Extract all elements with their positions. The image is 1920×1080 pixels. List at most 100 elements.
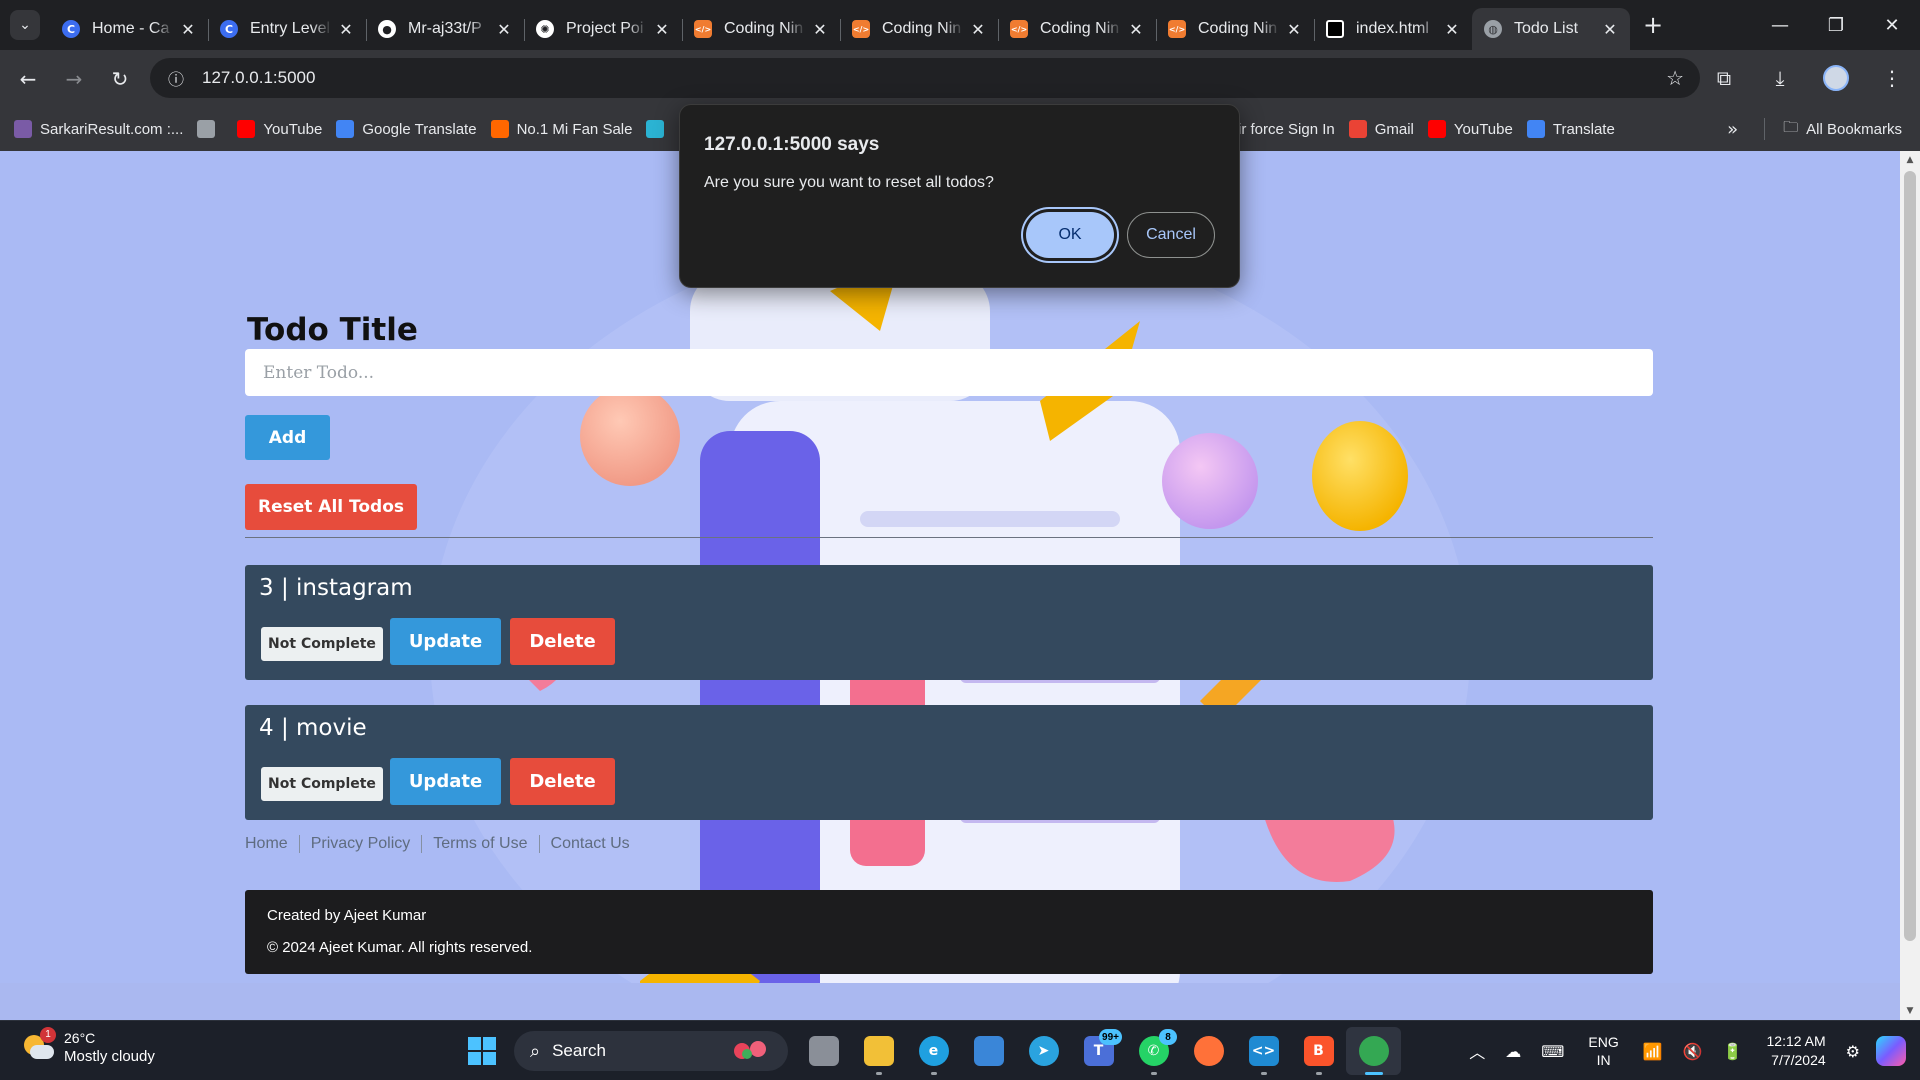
- bookmark-item[interactable]: Google Translate: [336, 120, 477, 138]
- status-badge[interactable]: Not Complete: [261, 627, 383, 661]
- close-tab-icon[interactable]: ✕: [180, 20, 196, 39]
- taskbar-app-vscode[interactable]: <>: [1236, 1027, 1291, 1075]
- site-info-button[interactable]: ⓘ: [156, 58, 196, 98]
- footer-link-contact[interactable]: Contact Us: [538, 835, 641, 853]
- battery-icon[interactable]: 🔋: [1723, 1042, 1743, 1061]
- taskbar-app-task-view[interactable]: [796, 1027, 851, 1075]
- close-tab-icon[interactable]: ✕: [1128, 20, 1144, 39]
- downloads-button[interactable]: ⤓: [1752, 58, 1808, 98]
- new-tab-button[interactable]: +: [1636, 8, 1670, 42]
- browser-tab[interactable]: C Home - Ca ✕: [50, 8, 208, 50]
- delete-button[interactable]: Delete: [510, 758, 615, 805]
- update-button[interactable]: Update: [390, 618, 501, 665]
- close-tab-icon[interactable]: ✕: [338, 20, 354, 39]
- bookmark-item[interactable]: Translate: [1526, 120, 1615, 138]
- menu-button[interactable]: ⋮: [1864, 58, 1920, 98]
- browser-tab[interactable]: C Entry Level ✕: [208, 8, 366, 50]
- footer-link-home[interactable]: Home: [245, 835, 299, 853]
- all-bookmarks-button[interactable]: 🗀 All Bookmarks: [1783, 117, 1902, 142]
- download-icon: ⤓: [1775, 66, 1785, 90]
- reset-all-todos-button[interactable]: Reset All Todos: [245, 484, 417, 530]
- volume-muted-icon[interactable]: 🔇: [1683, 1042, 1703, 1061]
- dialog-title: 127.0.0.1:5000 says: [704, 134, 880, 155]
- close-tab-icon[interactable]: ✕: [654, 20, 670, 39]
- clock-date: 7/7/2024: [1771, 1052, 1826, 1068]
- settings-gear-icon[interactable]: ⚙: [1846, 1042, 1860, 1061]
- ok-button[interactable]: OK: [1026, 212, 1114, 258]
- close-window-button[interactable]: ✕: [1864, 0, 1920, 50]
- minimize-button[interactable]: —: [1752, 0, 1808, 50]
- restore-button[interactable]: ❐: [1808, 0, 1864, 50]
- url-text[interactable]: 127.0.0.1:5000: [202, 68, 315, 88]
- address-bar[interactable]: ⓘ 127.0.0.1:5000 ☆: [150, 58, 1700, 98]
- footer-link-terms[interactable]: Terms of Use: [421, 835, 538, 853]
- cancel-button[interactable]: Cancel: [1127, 212, 1215, 258]
- browser-tab[interactable]: ● Mr-aj33t/P ✕: [366, 8, 524, 50]
- bookmark-star-icon[interactable]: ☆: [1666, 66, 1684, 90]
- footer-link-privacy[interactable]: Privacy Policy: [298, 835, 422, 853]
- browser-tab[interactable]: index.html ✕: [1314, 8, 1472, 50]
- tab-title: Coding Nin: [724, 20, 804, 37]
- close-tab-icon[interactable]: ✕: [1444, 20, 1460, 39]
- weather-widget[interactable]: 1 26°C Mostly cloudy: [20, 1026, 155, 1065]
- onedrive-icon[interactable]: ☁: [1505, 1042, 1521, 1061]
- taskbar-app-edge[interactable]: e: [906, 1027, 961, 1075]
- bookmark-item[interactable]: [646, 120, 672, 138]
- close-tab-icon[interactable]: ✕: [1602, 20, 1618, 39]
- taskbar-app-firefox[interactable]: [1181, 1027, 1236, 1075]
- todo-input[interactable]: [245, 349, 1653, 396]
- tab-search-button[interactable]: ⌄: [10, 10, 40, 40]
- taskbar-search[interactable]: ⌕ Search: [514, 1031, 788, 1071]
- close-tab-icon[interactable]: ✕: [1286, 20, 1302, 39]
- todo-card-title: 4 | movie: [259, 715, 367, 741]
- favicon-icon: C: [62, 20, 80, 38]
- taskbar-app-file-explorer[interactable]: [851, 1027, 906, 1075]
- close-tab-icon[interactable]: ✕: [970, 20, 986, 39]
- more-bookmarks-icon[interactable]: »: [1727, 119, 1738, 140]
- bookmark-item[interactable]: No.1 Mi Fan Sale: [490, 120, 632, 138]
- clock[interactable]: 12:12 AM 7/7/2024: [1767, 1032, 1826, 1070]
- taskbar-app-ms-store[interactable]: [961, 1027, 1016, 1075]
- taskbar-app-whatsapp[interactable]: ✆ 8: [1126, 1027, 1181, 1075]
- wifi-icon[interactable]: 📶: [1643, 1042, 1663, 1061]
- browser-tab[interactable]: </> Coding Nin ✕: [998, 8, 1156, 50]
- add-button[interactable]: Add: [245, 415, 330, 460]
- browser-tab[interactable]: </> Coding Nin ✕: [1156, 8, 1314, 50]
- close-tab-icon[interactable]: ✕: [496, 20, 512, 39]
- taskbar-app-telegram[interactable]: ➤: [1016, 1027, 1071, 1075]
- browser-tab[interactable]: ◍ Todo List ✕: [1472, 8, 1630, 50]
- bookmark-favicon-icon: [197, 120, 216, 138]
- scroll-down-icon[interactable]: ▼: [1900, 1006, 1920, 1016]
- bookmark-item[interactable]: [197, 120, 223, 138]
- taskbar-app-teams[interactable]: T 99+: [1071, 1027, 1126, 1075]
- restore-icon: ❐: [1827, 14, 1845, 36]
- delete-button[interactable]: Delete: [510, 618, 615, 665]
- scrollbar-thumb[interactable]: [1904, 171, 1916, 941]
- keyboard-icon[interactable]: ⌨: [1541, 1042, 1564, 1061]
- bookmark-item[interactable]: Gmail: [1348, 120, 1414, 138]
- back-button[interactable]: ←: [8, 59, 48, 99]
- reload-button[interactable]: ↻: [100, 59, 140, 99]
- update-button[interactable]: Update: [390, 758, 501, 805]
- scroll-up-icon[interactable]: ▲: [1900, 155, 1920, 165]
- browser-tab[interactable]: </> Coding Nin ✕: [682, 8, 840, 50]
- bookmark-item[interactable]: YouTube: [1427, 120, 1513, 138]
- bookmark-item[interactable]: SarkariResult.com :...: [14, 120, 183, 138]
- profile-button[interactable]: [1808, 58, 1864, 98]
- bookmark-favicon-icon: [490, 120, 509, 138]
- copilot-icon[interactable]: [1876, 1036, 1906, 1066]
- forward-button[interactable]: →: [54, 59, 94, 99]
- chevron-up-icon[interactable]: ︿: [1469, 1039, 1485, 1063]
- taskbar-app-chrome[interactable]: [1346, 1027, 1401, 1075]
- browser-tab[interactable]: ✺ Project Poi ✕: [524, 8, 682, 50]
- status-badge[interactable]: Not Complete: [261, 767, 383, 801]
- page-scrollbar[interactable]: ▲ ▼: [1900, 151, 1920, 1020]
- taskbar-app-brave[interactable]: B: [1291, 1027, 1346, 1075]
- bookmark-item[interactable]: ir force Sign In: [1238, 121, 1335, 138]
- bookmark-item[interactable]: YouTube: [237, 120, 322, 138]
- start-button[interactable]: [462, 1031, 502, 1071]
- browser-tab[interactable]: </> Coding Nin ✕: [840, 8, 998, 50]
- language-indicator[interactable]: ENG IN: [1588, 1033, 1618, 1069]
- close-tab-icon[interactable]: ✕: [812, 20, 828, 39]
- extensions-button[interactable]: ⧉: [1696, 58, 1752, 98]
